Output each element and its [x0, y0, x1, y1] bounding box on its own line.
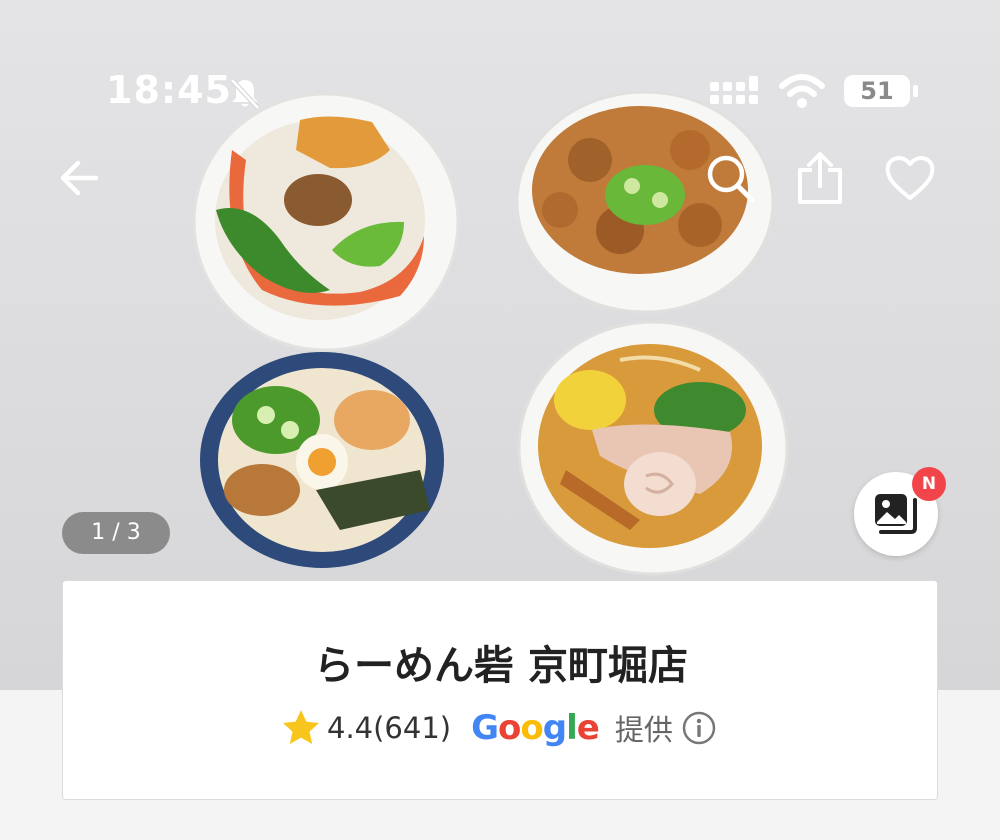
star-icon: [283, 710, 319, 744]
status-bar: 18:45 51: [0, 60, 1000, 120]
heart-icon: [885, 156, 935, 200]
favorite-button[interactable]: [882, 150, 938, 206]
bowl-mazesoba: [200, 352, 444, 568]
bowl-tantanmen: [192, 92, 460, 352]
bell-slash-icon: [230, 78, 260, 110]
photo-counter: 1 / 3: [62, 512, 170, 554]
back-arrow-icon: [60, 160, 99, 196]
shop-name: らーめん砦 京町堀店: [314, 643, 688, 689]
new-badge: N: [912, 467, 946, 501]
search-button[interactable]: [702, 150, 758, 206]
google-logo: Google: [471, 708, 600, 748]
share-icon: [798, 152, 842, 204]
provided-label: 提供: [614, 713, 673, 747]
battery-icon: 51: [842, 72, 920, 110]
info-icon[interactable]: [681, 710, 717, 746]
rating-value: 4.4(641): [327, 711, 452, 745]
signal-icon: [710, 76, 758, 104]
share-button[interactable]: [792, 150, 848, 206]
back-button[interactable]: [52, 150, 108, 206]
rating-row: 4.4(641) Google 提供: [281, 703, 717, 753]
wifi-icon: [779, 74, 825, 108]
photo-gallery-icon: [875, 494, 917, 534]
search-icon: [707, 155, 755, 203]
battery-level: 51: [860, 77, 894, 105]
shop-info-card: らーめん砦 京町堀店 4.4(641) Google 提供: [62, 580, 938, 800]
status-time: 18:45: [106, 68, 232, 112]
bowl-miso-ramen: [517, 320, 789, 576]
